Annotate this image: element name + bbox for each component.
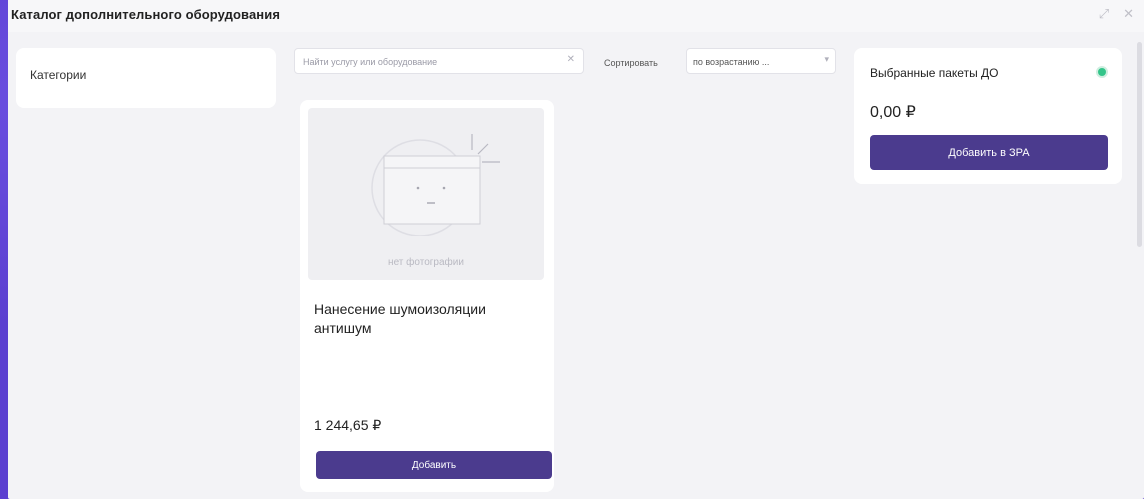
close-icon[interactable]: ✕	[1123, 6, 1134, 22]
no-photo-icon	[371, 134, 500, 236]
status-indicator-icon	[1096, 66, 1108, 78]
sort-selected-value: по возрастанию ...	[693, 57, 770, 67]
sort-select[interactable]: по возрастанию ... ▾	[686, 48, 836, 74]
sort-label: Сортировать	[604, 58, 658, 68]
categories-panel: Категории	[16, 48, 276, 108]
product-photo-placeholder: нет фотографии	[308, 108, 544, 280]
selected-total: 0,00 ₽	[870, 104, 916, 121]
product-price: 1 244,65 ₽	[314, 417, 382, 433]
product-card: нет фотографии Нанесение шумоизоляции ан…	[300, 100, 554, 492]
chevron-down-icon: ▾	[824, 54, 829, 64]
selected-packages-panel: Выбранные пакеты ДО 0,00 ₽ Добавить в ЗР…	[854, 48, 1122, 184]
no-photo-caption: нет фотографии	[388, 257, 464, 268]
expand-icon[interactable]: ⤢	[1099, 6, 1109, 22]
product-title: Нанесение шумоизоляции антишум	[314, 301, 486, 336]
window-controls: ⤢ ✕	[1099, 6, 1134, 22]
clear-search-icon[interactable]: ✕	[567, 54, 575, 65]
add-to-zra-button[interactable]: Добавить в ЗРА	[870, 135, 1108, 170]
catalog-dialog: Каталог дополнительного оборудования ⤢ ✕…	[8, 0, 1144, 499]
add-product-button[interactable]: Добавить	[316, 451, 552, 479]
search-field: ✕	[294, 48, 584, 74]
categories-label: Категории	[30, 68, 87, 82]
dialog-title: Каталог дополнительного оборудования	[11, 7, 281, 22]
scrollbar[interactable]	[1137, 30, 1142, 490]
selected-packages-title: Выбранные пакеты ДО	[870, 66, 999, 80]
dialog-titlebar: Каталог дополнительного оборудования ⤢ ✕	[8, 0, 1144, 32]
scrollbar-thumb[interactable]	[1137, 42, 1142, 247]
search-input[interactable]	[301, 53, 555, 71]
